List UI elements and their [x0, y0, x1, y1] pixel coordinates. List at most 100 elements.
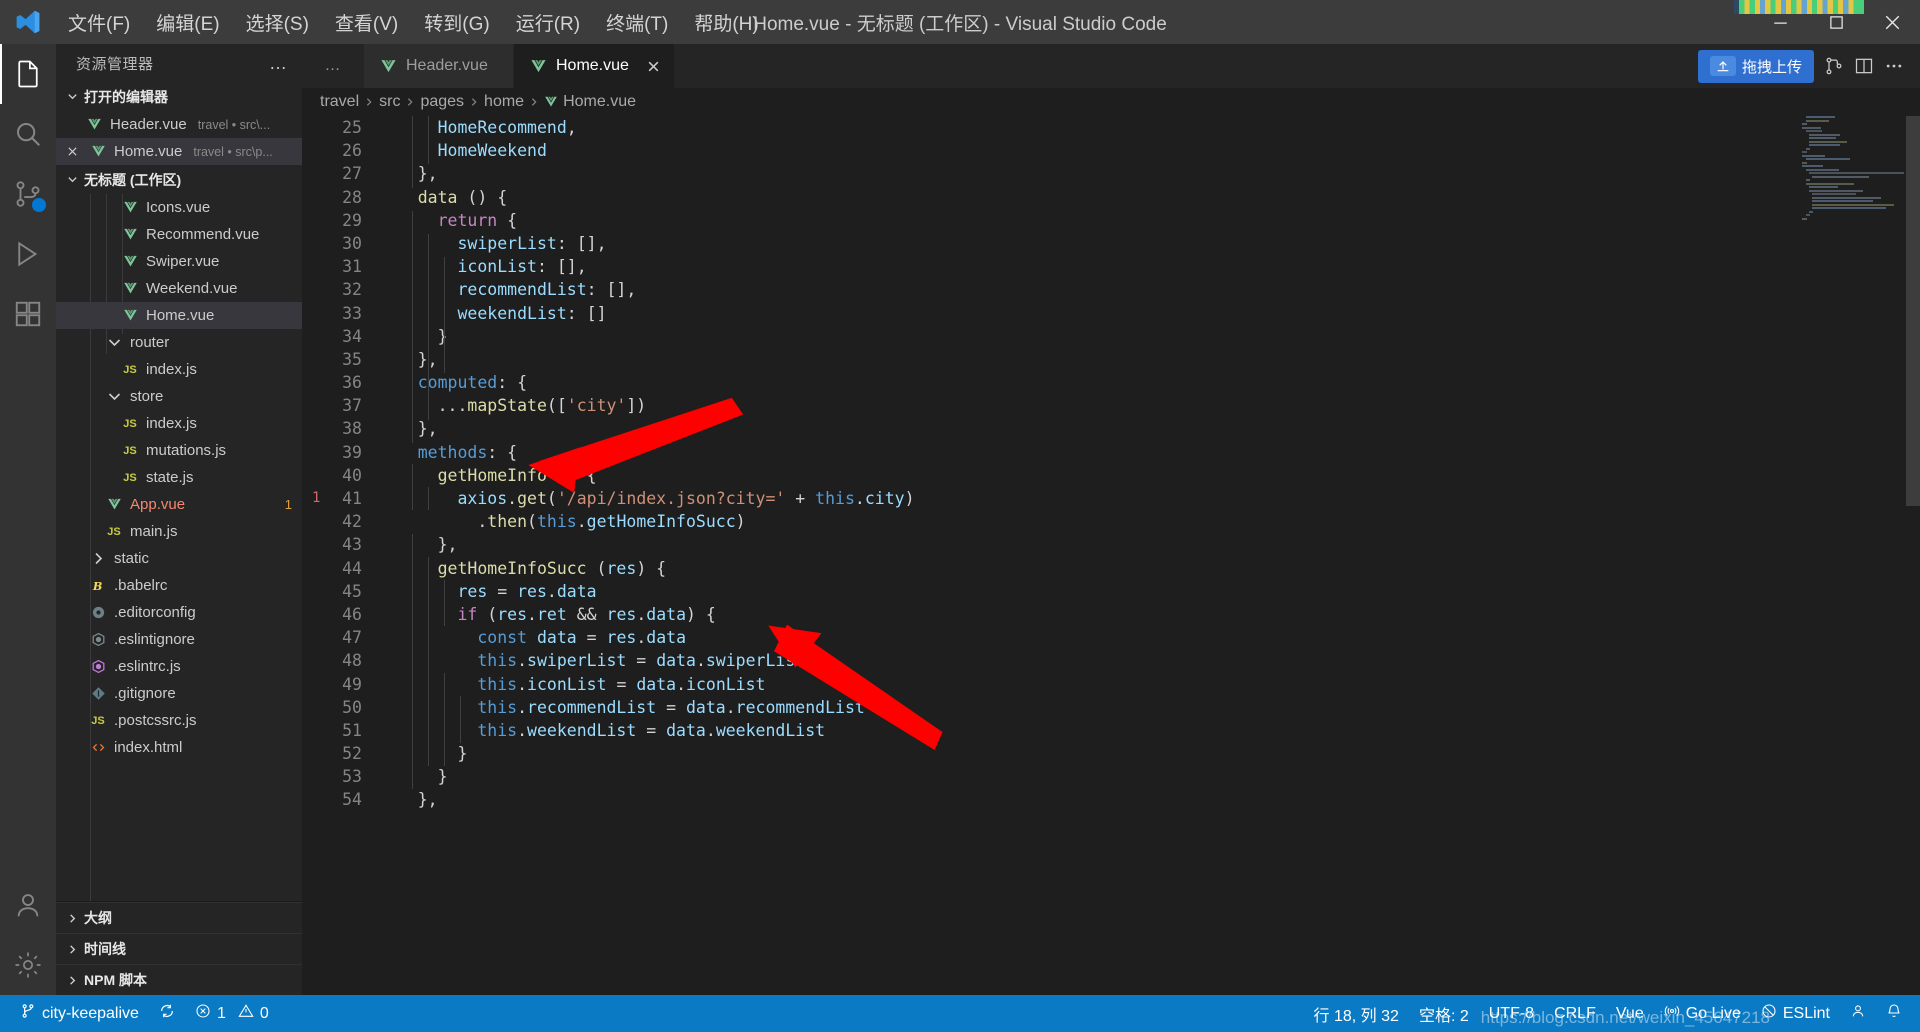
activity-run-debug-icon[interactable]	[0, 224, 56, 284]
code-line[interactable]: this.recommendList = data.recommendList	[378, 696, 1920, 719]
code-line[interactable]: recommendList: [],	[378, 278, 1920, 301]
tree-item-app-vue[interactable]: App.vue 1	[56, 491, 302, 518]
code-line[interactable]: HomeWeekend	[378, 139, 1920, 162]
code-line[interactable]: if (res.ret && res.data) {	[378, 603, 1920, 626]
code-editor[interactable]: 25 26 27 28 29 30 31 32 33 34 35 36 37 38 39 40 41 1 42 43 4…	[302, 116, 1920, 995]
editor-actions[interactable]: 拖拽上传	[1697, 44, 1920, 88]
code-line[interactable]: res = res.data	[378, 580, 1920, 603]
tree-item--babelrc[interactable]: B .babelrc	[56, 572, 302, 599]
more-actions-icon[interactable]	[1884, 56, 1904, 76]
file-tree[interactable]: Icons.vue Recommend.vue Swiper.vue Weekend.…	[56, 194, 302, 901]
open-editor-home-vue[interactable]: Home.vue travel • src\p...	[56, 138, 302, 165]
menu-selection[interactable]: 选择(S)	[234, 4, 321, 41]
breadcrumb-item[interactable]: src	[379, 93, 400, 111]
breadcrumb-item[interactable]: pages	[420, 93, 464, 111]
code-line[interactable]: },	[378, 533, 1920, 556]
tree-item--eslintignore[interactable]: .eslintignore	[56, 626, 302, 653]
panel-npm-scripts[interactable]: NPM 脚本	[56, 964, 302, 995]
tree-item-swiper-vue[interactable]: Swiper.vue	[56, 248, 302, 275]
tree-item-store[interactable]: store	[56, 383, 302, 410]
minimize-button[interactable]	[1752, 0, 1808, 44]
section-open-editors[interactable]: 打开的编辑器	[56, 82, 302, 111]
status-eslint[interactable]: ESLint	[1751, 1003, 1840, 1024]
status-indentation[interactable]: 空格: 2	[1409, 1002, 1479, 1026]
menu-run[interactable]: 运行(R)	[504, 4, 592, 41]
upload-button[interactable]: 拖拽上传	[1697, 49, 1814, 83]
breadcrumb-item[interactable]: Home.vue	[544, 93, 636, 111]
activity-settings-gear-icon[interactable]	[0, 935, 56, 995]
status-problems[interactable]: 1 0	[185, 1003, 279, 1024]
tree-item--eslintrc-js[interactable]: .eslintrc.js	[56, 653, 302, 680]
section-workspace[interactable]: 无标题 (工作区)	[56, 165, 302, 194]
tree-item-index-js[interactable]: JS index.js	[56, 410, 302, 437]
code-line[interactable]: }	[378, 325, 1920, 348]
status-go-live[interactable]: Go Live	[1654, 1003, 1751, 1024]
code-line[interactable]: }	[378, 742, 1920, 765]
close-icon[interactable]	[62, 146, 82, 157]
tree-item-router[interactable]: router	[56, 329, 302, 356]
code-line[interactable]: },	[378, 162, 1920, 185]
tree-item-static[interactable]: static	[56, 545, 302, 572]
tree-item--gitignore[interactable]: .gitignore	[56, 680, 302, 707]
menu-view[interactable]: 查看(V)	[323, 4, 410, 41]
window-controls[interactable]	[1752, 0, 1920, 44]
code-line[interactable]: HomeRecommend,	[378, 116, 1920, 139]
code-line[interactable]: computed: {	[378, 371, 1920, 394]
code-line[interactable]: },	[378, 348, 1920, 371]
code-line[interactable]: methods: {	[378, 441, 1920, 464]
code-line[interactable]: this.swiperList = data.swiperList	[378, 649, 1920, 672]
maximize-button[interactable]	[1808, 0, 1864, 44]
code-line[interactable]: weekendList: []	[378, 302, 1920, 325]
code-line[interactable]: .then(this.getHomeInfoSucc)	[378, 510, 1920, 533]
panel-timeline[interactable]: 时间线	[56, 933, 302, 964]
status-notifications[interactable]	[1876, 1003, 1912, 1024]
tab-header-vue[interactable]: Header.vue	[364, 44, 514, 88]
tree-item--postcssrc-js[interactable]: JS .postcssrc.js	[56, 707, 302, 734]
code-line[interactable]: data () {	[378, 186, 1920, 209]
status-branch[interactable]: city-keepalive	[10, 1003, 149, 1024]
close-button[interactable]	[1864, 0, 1920, 44]
tab-home-vue[interactable]: Home.vue	[514, 44, 675, 88]
tree-item-index-html[interactable]: index.html	[56, 734, 302, 761]
status-cursor-position[interactable]: 行 18, 列 32	[1304, 1002, 1409, 1026]
menu-terminal[interactable]: 终端(T)	[594, 4, 680, 41]
code-line[interactable]: },	[378, 417, 1920, 440]
open-changes-icon[interactable]	[1824, 56, 1844, 76]
breadcrumb[interactable]: travel src pages home Home.vue	[302, 88, 1920, 116]
code-content[interactable]: HomeRecommend, HomeWeekend }, data () { …	[376, 116, 1920, 995]
tree-item-recommend-vue[interactable]: Recommend.vue	[56, 221, 302, 248]
close-icon[interactable]	[647, 60, 660, 73]
tree-item-index-js[interactable]: JS index.js	[56, 356, 302, 383]
panel-outline[interactable]: 大纲	[56, 902, 302, 933]
status-encoding[interactable]: UTF-8	[1479, 1005, 1544, 1023]
tree-item-icons-vue[interactable]: Icons.vue	[56, 194, 302, 221]
code-line[interactable]: this.iconList = data.iconList	[378, 673, 1920, 696]
status-language-mode[interactable]: Vue	[1606, 1005, 1654, 1023]
code-line[interactable]: this.weekendList = data.weekendList	[378, 719, 1920, 742]
menu-edit[interactable]: 编辑(E)	[144, 4, 231, 41]
code-line[interactable]: iconList: [],	[378, 255, 1920, 278]
tab-overflow[interactable]: …	[302, 44, 364, 88]
menu-file[interactable]: 文件(F)	[56, 4, 142, 41]
menu-go[interactable]: 转到(G)	[412, 4, 501, 41]
activity-accounts-icon[interactable]	[0, 875, 56, 935]
code-line[interactable]: },	[378, 788, 1920, 811]
tree-item-home-vue[interactable]: Home.vue	[56, 302, 302, 329]
code-line[interactable]: return {	[378, 209, 1920, 232]
activity-explorer-icon[interactable]	[0, 44, 56, 104]
tree-item-weekend-vue[interactable]: Weekend.vue	[56, 275, 302, 302]
activity-search-icon[interactable]	[0, 104, 56, 164]
status-eol[interactable]: CRLF	[1544, 1005, 1606, 1023]
status-sync[interactable]	[149, 1003, 185, 1024]
code-line[interactable]: }	[378, 765, 1920, 788]
tree-item-main-js[interactable]: JS main.js	[56, 518, 302, 545]
tab-bar[interactable]: … Header.vue Home.vue 拖拽上传	[302, 44, 1920, 88]
tree-item--editorconfig[interactable]: .editorconfig	[56, 599, 302, 626]
breadcrumb-item[interactable]: travel	[320, 93, 359, 111]
menu-help[interactable]: 帮助(H)	[682, 4, 770, 41]
tree-item-state-js[interactable]: JS state.js	[56, 464, 302, 491]
code-line[interactable]: swiperList: [],	[378, 232, 1920, 255]
sidebar-more-actions-icon[interactable]: …	[269, 53, 288, 74]
code-line[interactable]: ...mapState(['city'])	[378, 394, 1920, 417]
tree-item-mutations-js[interactable]: JS mutations.js	[56, 437, 302, 464]
